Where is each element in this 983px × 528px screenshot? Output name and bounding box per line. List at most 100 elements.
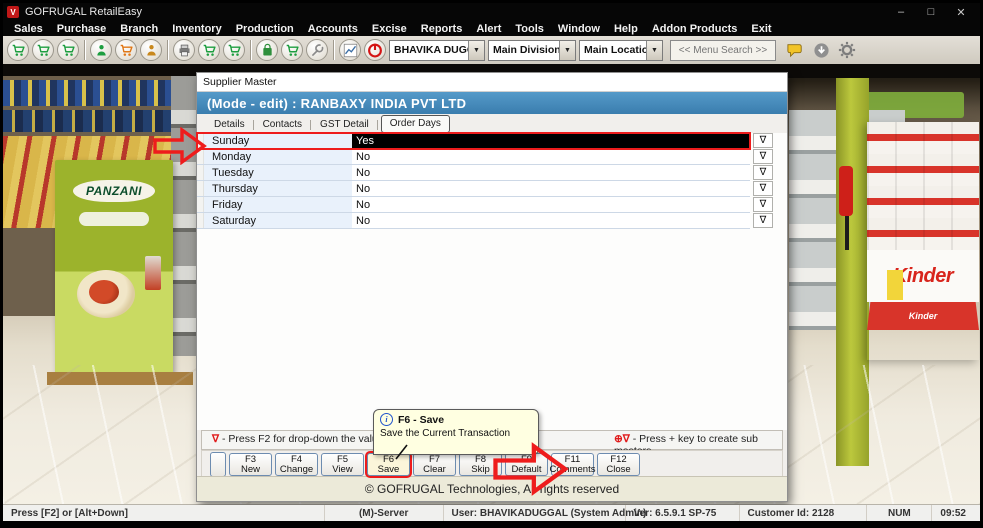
screen: V GOFRUGAL RetailEasy – □ ✕ Sales Purchas… [0,0,983,528]
tab-strip: Details Contacts GST Detail Order Days [197,114,787,134]
maximize-button[interactable]: □ [916,6,946,19]
menu-exit[interactable]: Exit [744,23,778,35]
dropdown-arrow-icon[interactable]: ∇ [753,165,773,180]
dropdown-arrow-icon[interactable]: ∇ [753,197,773,212]
wrench-icon[interactable] [306,39,328,61]
order-day-value[interactable]: No [352,149,750,164]
order-day-value[interactable]: No [352,213,750,228]
power-icon[interactable] [364,39,386,61]
fn-label: Clear [423,463,446,475]
fn-key: F8 [474,453,487,465]
cart-icon-5[interactable] [223,39,245,61]
dialog-body: Sunday Yes ∇ Monday No ∇ Tuesday No ∇ Thursday No ∇… [196,132,787,430]
kinder-display: Kinder Kinder [867,122,979,360]
order-day-value[interactable]: No [352,197,750,212]
status-version: Ver: 6.5.9.1 SP-75 [626,505,740,521]
order-day-row-tuesday: Tuesday No ∇ [197,165,787,181]
kinder-base-logo: Kinder [908,311,938,321]
order-day-label: Friday [204,197,352,212]
chevron-down-icon[interactable]: ▼ [559,40,575,60]
window-title: GOFRUGAL RetailEasy [25,6,142,18]
menu-window[interactable]: Window [551,23,607,35]
cart-icon-6[interactable] [281,39,303,61]
menu-search-input[interactable] [670,39,776,61]
chart-icon[interactable] [339,39,361,61]
f7-clear-button[interactable]: F7 Clear [413,453,456,476]
tab-details[interactable]: Details [205,117,254,133]
cart-icon-2[interactable] [32,39,54,61]
cart-icon-3[interactable] [57,39,79,61]
dialog-title: Supplier Master [197,73,787,92]
cart-orange-icon[interactable] [115,39,137,61]
dropdown-arrow-icon[interactable]: ∇ [753,213,773,228]
fn-blank-button[interactable] [210,452,226,477]
menu-inventory[interactable]: Inventory [165,23,229,35]
panzani-display: PANZANI [55,160,173,374]
order-day-row-thursday: Thursday No ∇ [197,181,787,197]
tooltip-body: Save the Current Transaction [380,428,511,439]
f4-change-button[interactable]: F4 Change [275,453,318,476]
person-cart-icon[interactable] [90,39,112,61]
fn-key: F4 [290,453,303,465]
dropdown-arrow-icon[interactable]: ∇ [753,149,773,164]
order-day-fields: Monday No [197,149,750,165]
cart-icon-1[interactable] [7,39,29,61]
menu-sales[interactable]: Sales [7,23,50,35]
division-dropdown[interactable]: Main Division ▼ [488,39,576,61]
status-customer-id: Customer Id: 2128 [740,505,868,521]
order-day-label: Sunday [204,133,352,148]
row-gutter [197,165,204,180]
chevron-down-icon[interactable]: ▼ [646,40,662,60]
dropdown-arrow-icon[interactable]: ∇ [753,181,773,196]
status-bar: Press [F2] or [Alt+Down] (M)-Server User… [3,504,980,521]
bag-icon[interactable] [256,39,278,61]
order-day-value[interactable]: No [352,165,750,180]
order-day-fields: Sunday Yes [196,132,751,150]
tab-gst-detail[interactable]: GST Detail [311,117,378,133]
menu-bar: Sales Purchase Branch Inventory Production Ac… [3,21,980,36]
order-day-row-monday: Monday No ∇ [197,149,787,165]
cart-icon-4[interactable] [198,39,220,61]
f12-close-button[interactable]: F12 Close [597,453,640,476]
close-button[interactable]: ✕ [946,6,976,19]
order-days-grid: Sunday Yes ∇ Monday No ∇ Tuesday No ∇ Thursday No ∇… [196,132,787,229]
hint-dropdown: ∇ - Press F2 for drop-down the value [212,433,384,445]
menu-branch[interactable]: Branch [113,23,165,35]
row-gutter [197,181,204,196]
download-icon[interactable] [809,38,833,62]
order-day-label: Saturday [204,213,352,228]
order-day-value[interactable]: Yes [352,133,750,148]
f3-new-button[interactable]: F3 New [229,453,272,476]
tab-contacts[interactable]: Contacts [254,117,312,133]
person-icon[interactable] [140,39,162,61]
menu-excise[interactable]: Excise [365,23,414,35]
printer-icon[interactable] [173,39,195,61]
fn-label: Save [377,463,400,475]
menu-reports[interactable]: Reports [414,23,470,35]
dropdown-triangle-icon: ∇ [212,433,220,445]
menu-addon-products[interactable]: Addon Products [645,23,745,35]
menu-tools[interactable]: Tools [508,23,551,35]
f5-view-button[interactable]: F5 View [321,453,364,476]
annotation-arrow-sunday [153,127,207,165]
location-dropdown[interactable]: Main Location ▼ [579,39,663,61]
window-title-bar: V GOFRUGAL RetailEasy – □ ✕ [3,3,980,21]
tab-order-days[interactable]: Order Days [380,115,450,133]
user-dropdown[interactable]: BHAVIKA DUGG ▼ [389,39,485,61]
chat-icon[interactable] [783,38,807,62]
app-window: V GOFRUGAL RetailEasy – □ ✕ Sales Purchas… [3,3,980,521]
order-day-value[interactable]: No [352,181,750,196]
minimize-button[interactable]: – [886,6,916,19]
menu-purchase[interactable]: Purchase [50,23,114,35]
menu-production[interactable]: Production [229,23,301,35]
store-photo-background: PANZANI Kinder Kinder Supplier Master (M… [3,64,980,505]
chevron-down-icon[interactable]: ▼ [468,40,484,60]
menu-alert[interactable]: Alert [469,23,508,35]
plus-triangle-icon: ⊕∇ [614,433,630,445]
menu-accounts[interactable]: Accounts [301,23,365,35]
gear-icon[interactable] [835,38,859,62]
dropdown-arrow-icon[interactable]: ∇ [753,133,773,148]
toolbar: BHAVIKA DUGG ▼ Main Division ▼ Main Loca… [3,36,980,65]
mode-header: (Mode - edit) : RANBAXY INDIA PVT LTD [197,92,787,114]
menu-help[interactable]: Help [607,23,645,35]
